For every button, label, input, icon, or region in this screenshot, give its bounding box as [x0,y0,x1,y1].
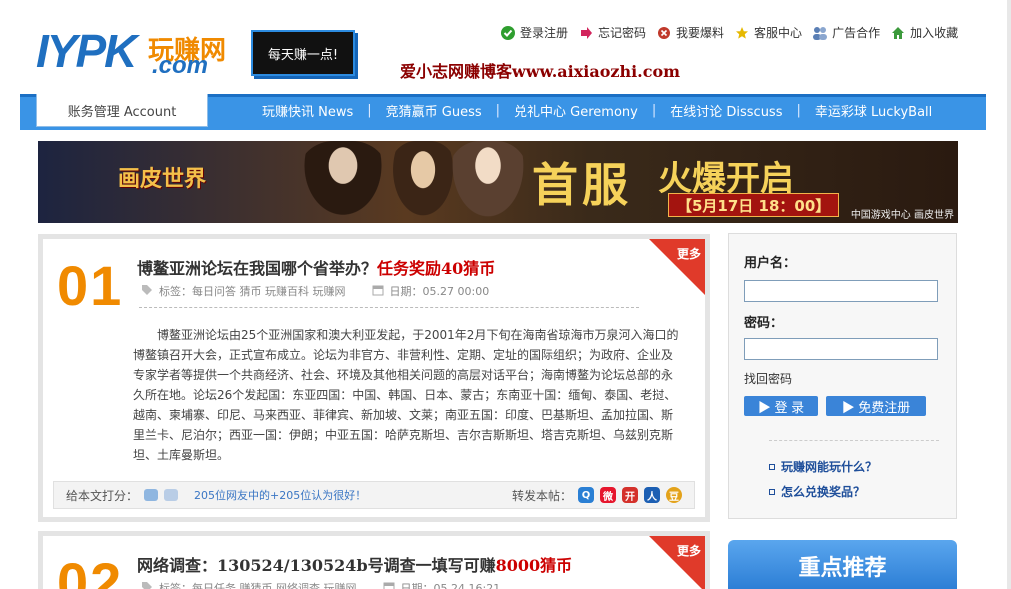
toplink-label: 广告合作 [832,26,881,40]
top-links: 登录注册 忘记密码 我要爆料 客服中心 广告合作 加入收藏 [500,24,958,41]
more-link[interactable]: 更多 [677,542,701,559]
nav-separator: | [651,103,657,118]
article-title[interactable]: 网络调查：130524/130524b号调查一填写可赚8000猜币 [137,552,572,576]
article-footer: 给本文打分： 205位网友中的+205位认为很好！ 转发本帖： Q 微 开 人 … [53,481,695,509]
nav-item-guess[interactable]: 竞猜赢币 Guess [386,101,482,120]
article-tags: 标签：每日问答 猜币 玩赚百科 玩赚网 [159,285,346,298]
faq-label: 怎么兑换奖品？ [781,485,866,499]
article-meta: 标签：每日任务 赚猜币 网络调查 玩赚网 日期：05.24 16:21 [141,580,500,589]
article-title-text: 博鳌亚洲论坛在我国哪个省举办？ [137,259,378,278]
faq-item[interactable]: 玩赚网能玩什么？ [769,458,877,475]
nav-item-disscuss[interactable]: 在线讨论 Disscuss [670,101,782,120]
share-group: 转发本帖： Q 微 开 人 豆 [512,487,682,504]
article-reward: 任务奖励40猜币 [377,259,496,278]
toplink-report[interactable]: 我要爆料 [656,24,724,41]
scrollbar[interactable] [1007,0,1011,589]
calendar-icon [383,581,395,589]
douban-share-icon[interactable]: 豆 [666,487,682,503]
nav-item-luckyball[interactable]: 幸运彩球 LuckyBall [815,101,932,120]
username-input[interactable] [744,280,938,302]
recommend-header: 重点推荐 [728,540,957,589]
toplink-add-favorite[interactable]: 加入收藏 [890,24,958,41]
toplink-service-center[interactable]: 客服中心 [734,24,802,41]
x-circle-icon [656,25,672,41]
toplink-ad-cooperation[interactable]: 广告合作 [812,24,880,41]
article-card: 01 更多 博鳌亚洲论坛在我国哪个省举办？任务奖励40猜币 标签：每日问答 猜币… [38,234,710,522]
users-icon [812,25,828,41]
divider [139,307,639,308]
slogan-box: 每天赚一点! [251,30,355,76]
nav-separator: | [796,103,801,118]
article-number: 01 [57,254,124,317]
arrow-right-icon [578,25,594,41]
toplink-label: 加入收藏 [910,26,959,40]
article-body: 博鳌亚洲论坛由25个亚洲国家和澳大利亚发起，于2001年2月下旬在海南省琼海市万… [133,328,679,462]
article-title[interactable]: 博鳌亚洲论坛在我国哪个省举办？任务奖励40猜币 [137,255,495,279]
toplink-label: 登录注册 [520,26,569,40]
nav-item-geremony[interactable]: 兑礼中心 Geremony [514,101,638,120]
weibo-share-icon[interactable]: 微 [600,487,616,503]
rate-label: 给本文打分： [66,488,139,503]
qzone-share-icon[interactable]: Q [578,487,594,503]
game-ad-banner[interactable]: 画皮世界 首服 火爆开启 【5月17日 18：00】 中国游戏中心 画皮世界 [38,141,958,223]
faq-item[interactable]: 怎么兑换奖品？ [769,483,865,500]
password-label: 密码： [744,316,784,331]
more-link[interactable]: 更多 [677,245,701,262]
calendar-icon [372,284,384,299]
renren-share-icon[interactable]: 人 [644,487,660,503]
logo-com-text: .com [152,52,209,79]
article-date: 日期：05.24 16:21 [400,582,501,589]
article-number: 02 [57,551,124,589]
agree-count-text: 205位网友中的+205位认为很好！ [194,489,367,502]
banner-game-logo: 画皮世界 [118,166,207,192]
home-icon [890,25,906,41]
toplink-label: 我要爆料 [676,26,725,40]
nav-links: 玩赚快讯 News | 竞猜赢币 Guess | 兑礼中心 Geremony |… [262,101,932,120]
thumb-down-icon[interactable] [164,489,179,501]
tag-icon [141,284,153,299]
share-label: 转发本帖： [511,488,572,503]
nav-separator: | [495,103,501,118]
faq-label: 玩赚网能玩什么？ [781,460,878,474]
banner-headline: 首服 [532,158,632,212]
blog-title[interactable]: 爱小志网赚博客www.aixiaozhi.com [400,58,680,82]
password-input[interactable] [744,338,938,360]
banner-character-figure [298,141,388,223]
toplink-forgot-password[interactable]: 忘记密码 [578,24,646,41]
thumb-up-icon[interactable] [144,489,159,501]
banner-character-figure [448,141,528,223]
toplink-login-register[interactable]: 登录注册 [500,24,568,41]
nav-separator: | [367,103,372,118]
logo-text: IYPK [36,25,137,77]
article-meta: 标签：每日问答 猜币 玩赚百科 玩赚网 日期：05.27 00:00 [141,283,489,299]
divider [769,440,939,441]
article-reward: 8000猜币 [495,556,573,575]
check-circle-icon [500,25,516,41]
toplink-label: 忘记密码 [598,26,647,40]
login-button[interactable]: ▶ 登 录 [744,396,818,416]
star-icon [734,25,750,41]
nav-account-tab[interactable]: 账务管理 Account [36,94,208,127]
login-panel: 用户名： 密码： 找回密码 ▶ 登 录 ▶ 免费注册 玩赚网能玩什么？ 怎么兑换… [728,233,957,519]
article-date: 日期：05.27 00:00 [389,285,490,298]
bullet-icon [769,463,775,470]
kaixin-share-icon[interactable]: 开 [622,487,638,503]
bullet-icon [769,488,775,495]
site-logo[interactable]: IYPK 玩赚网 .com [36,25,226,79]
article-card: 02 更多 网络调查：130524/130524b号调查一填写可赚8000猜币 … [38,531,710,589]
username-label: 用户名： [744,256,797,271]
nav-item-news[interactable]: 玩赚快讯 News [262,101,353,120]
banner-caption: 中国游戏中心 画皮世界 [850,210,954,221]
article-title-text: 网络调查：130524/130524b号调查一填写可赚 [137,556,496,575]
toplink-label: 客服中心 [754,26,803,40]
forgot-password-link[interactable]: 找回密码 [744,370,792,387]
banner-date: 【5月17日 18：00】 [668,193,840,217]
register-button[interactable]: ▶ 免费注册 [826,396,926,416]
tag-icon [141,581,153,589]
article-tags: 标签：每日任务 赚猜币 网络调查 玩赚网 [159,582,357,589]
